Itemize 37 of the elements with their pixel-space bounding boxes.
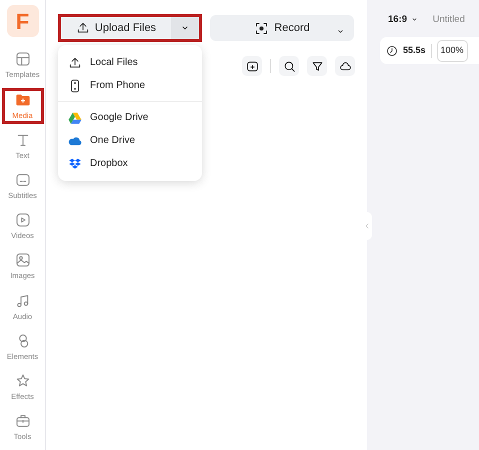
- duration-text: 55.5s: [403, 44, 426, 57]
- new-folder-button[interactable]: [242, 56, 262, 76]
- record-icon: [254, 20, 270, 36]
- menu-item[interactable]: Dropbox: [58, 152, 202, 175]
- cloud-button[interactable]: [335, 56, 355, 76]
- menu-item[interactable]: Google Drive: [58, 106, 202, 129]
- app-logo[interactable]: F: [6, 5, 38, 37]
- music-note-icon: [14, 292, 30, 309]
- play-icon: [14, 212, 30, 228]
- triangle-logo-icon: [68, 110, 82, 124]
- boxes-logo-icon: [68, 156, 82, 170]
- clock-icon: [386, 44, 398, 57]
- upload-files-button[interactable]: Upload Files: [61, 17, 171, 39]
- upload-icon: [68, 56, 82, 70]
- zoom-field[interactable]: 100%: [436, 40, 468, 62]
- search-icon: [282, 60, 296, 72]
- search-button[interactable]: [279, 56, 299, 76]
- folder-plus-icon: [14, 92, 30, 108]
- upload-icon: [76, 21, 90, 35]
- phone-icon: [68, 78, 82, 92]
- menu-item[interactable]: Local Files: [58, 51, 202, 74]
- caption-icon: [14, 172, 30, 188]
- chevron-left-icon: [363, 222, 371, 230]
- folder-plus-icon: [246, 60, 258, 72]
- toolbox-icon: [14, 413, 30, 430]
- aspect-ratio-dropdown[interactable]: 16:9: [388, 13, 419, 28]
- filter-icon: [310, 60, 324, 72]
- menu-item[interactable]: From Phone: [58, 74, 202, 97]
- menu-item[interactable]: One Drive: [58, 129, 202, 152]
- dropdown-toggle[interactable]: [171, 17, 199, 39]
- record-button[interactable]: Record: [210, 15, 354, 41]
- project-title[interactable]: Untitled: [432, 13, 465, 28]
- star-icon: [14, 373, 30, 390]
- filter-button[interactable]: [307, 56, 327, 76]
- layout-icon: [14, 51, 30, 68]
- image-icon: [14, 252, 30, 268]
- cloud-icon: [338, 60, 352, 72]
